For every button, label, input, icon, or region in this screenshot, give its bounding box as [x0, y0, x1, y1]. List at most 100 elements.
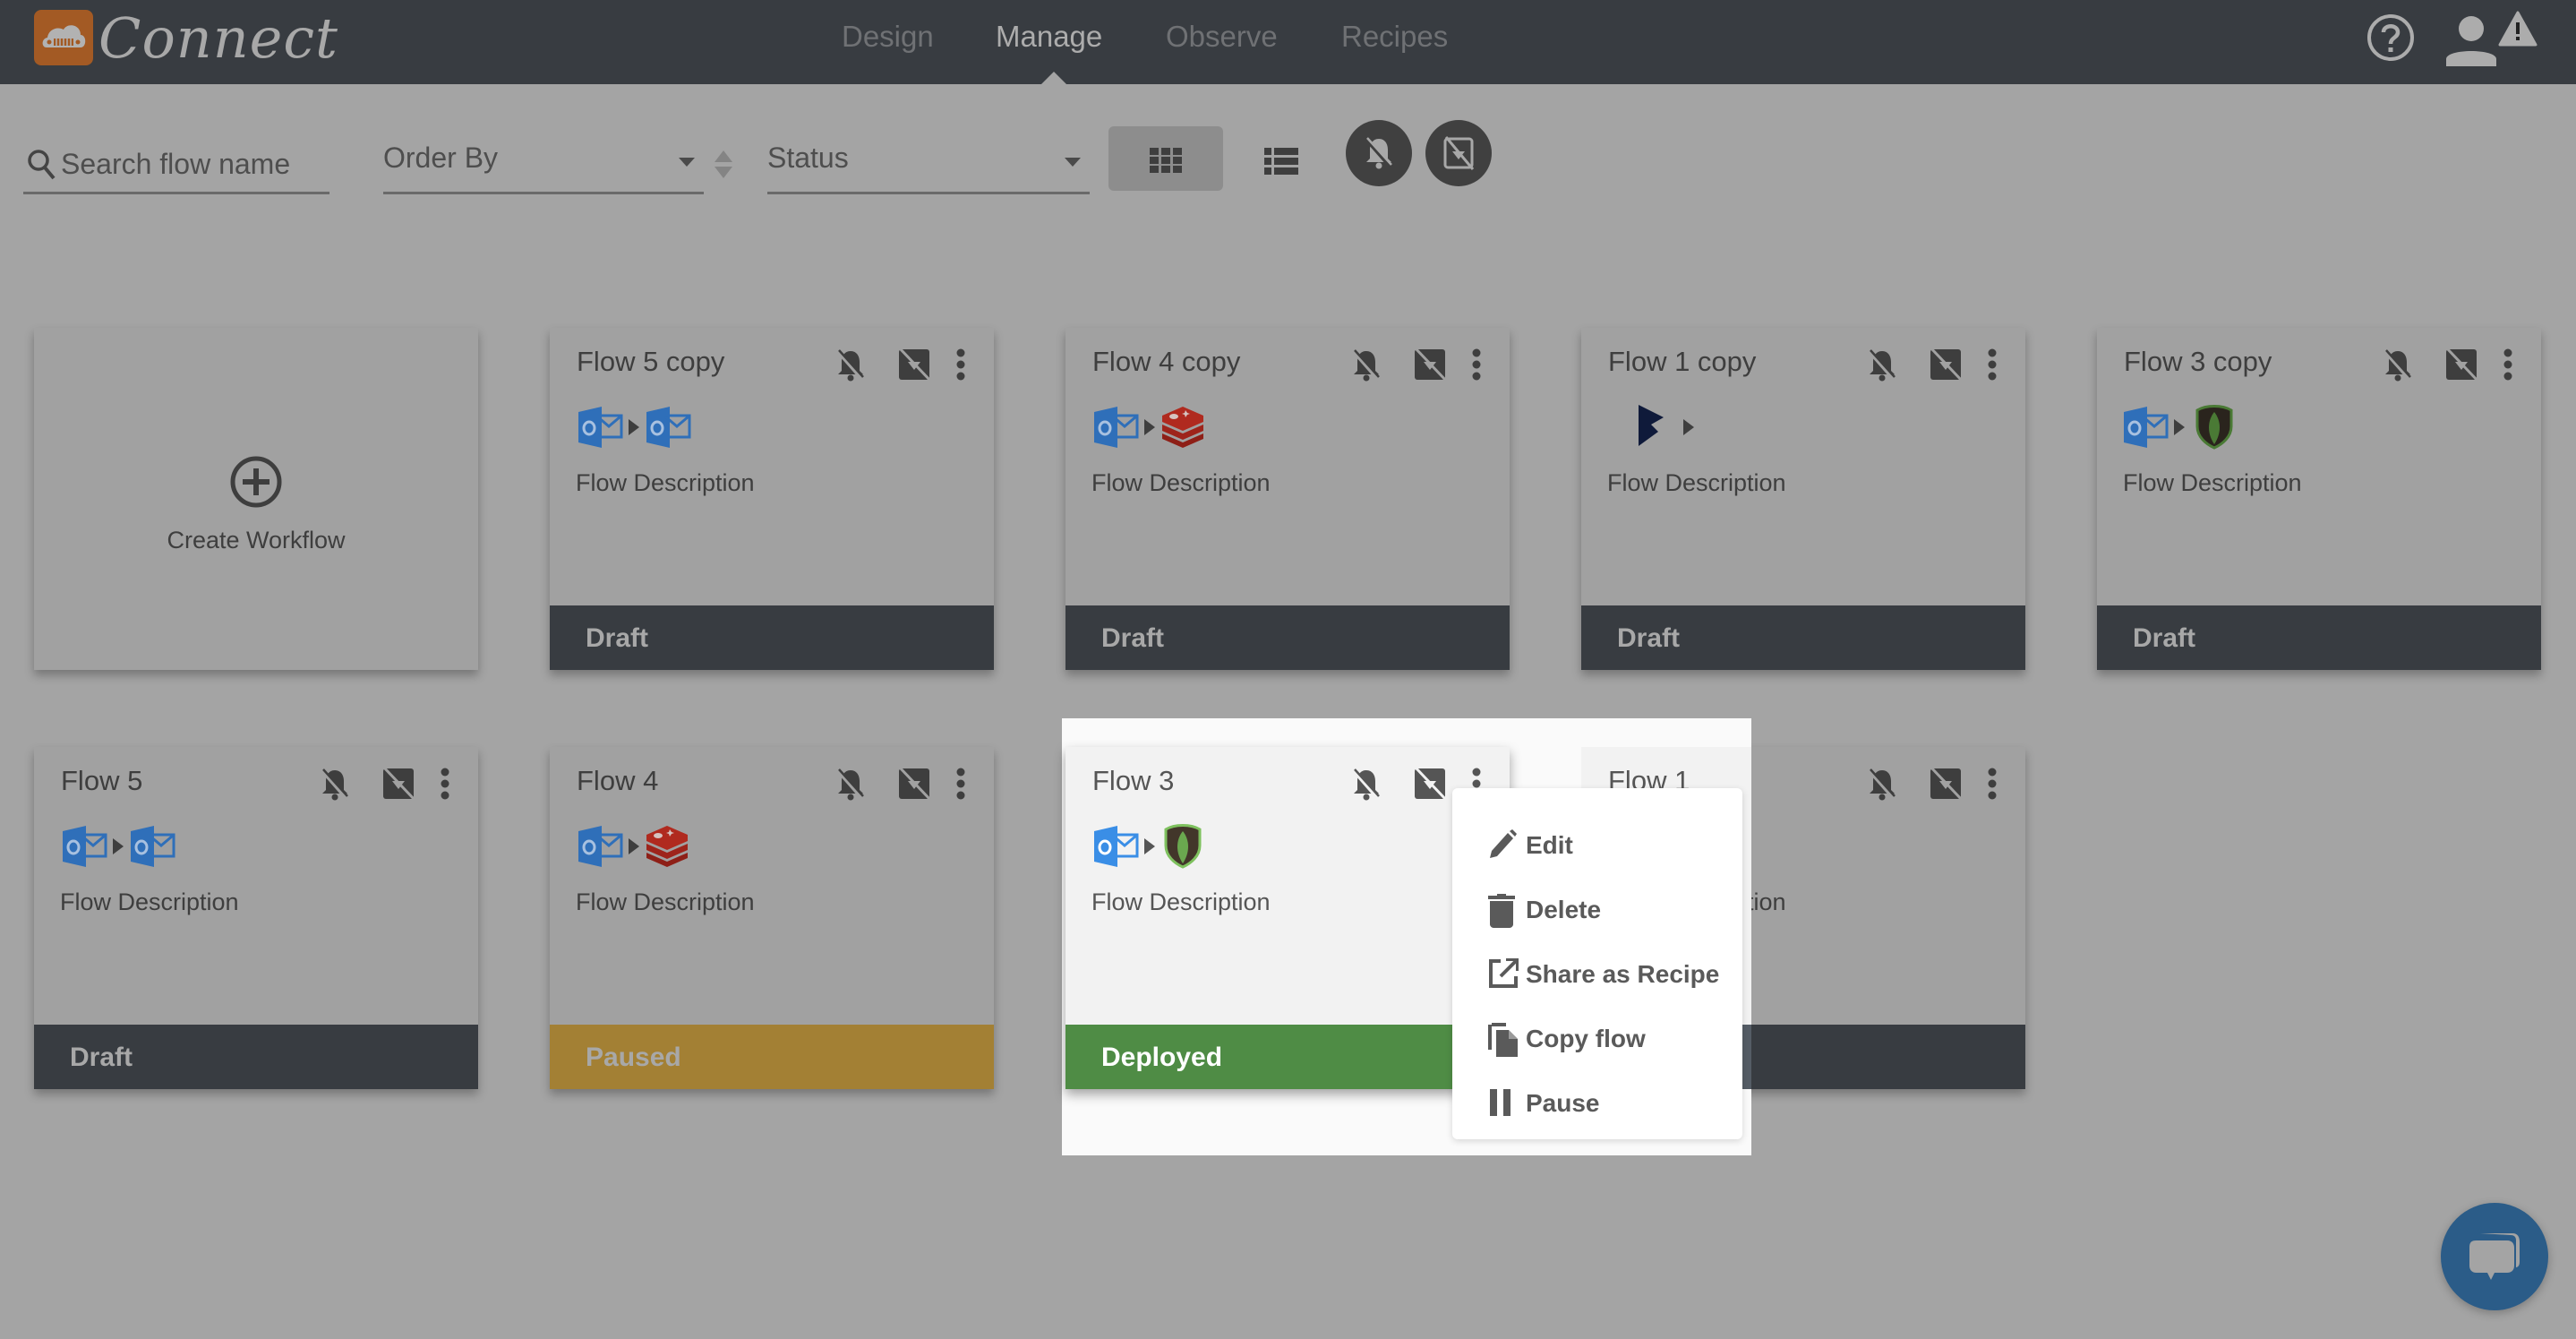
menu-item-delete[interactable]: Delete	[1452, 878, 1742, 942]
menu-item-label: Share as Recipe	[1526, 960, 1720, 988]
arrow-right-icon	[1683, 419, 1694, 435]
status-label: Draft	[1101, 623, 1165, 653]
trash-icon	[1488, 894, 1515, 928]
nav-manage[interactable]: Manage	[996, 20, 1102, 54]
archive-off-icon[interactable]	[1929, 767, 1963, 801]
bell-off-icon[interactable]	[833, 767, 869, 803]
status-badge: Deployed	[1065, 1025, 1510, 1089]
dynamics-icon	[1639, 405, 1664, 446]
more-vertical-icon[interactable]	[954, 767, 967, 801]
outlook-icon	[578, 826, 623, 867]
flow-card[interactable]: Flow 4 copy Flow Description Draft	[1065, 328, 1510, 670]
more-vertical-icon[interactable]	[439, 767, 451, 801]
top-header: Connect Design Manage Observe Recipes	[0, 0, 2576, 84]
bell-off-icon[interactable]	[1864, 348, 1900, 383]
logo-icon[interactable]	[34, 10, 93, 65]
active-nav-indicator	[1041, 72, 1066, 84]
search-icon	[28, 150, 56, 180]
flow-card-selected[interactable]: Flow 3 Flow Description Deployed	[1065, 747, 1510, 1089]
archive-off-icon[interactable]	[1413, 348, 1447, 382]
menu-item-label: Copy flow	[1526, 1025, 1646, 1052]
menu-item-share-as-recipe[interactable]: Share as Recipe	[1452, 942, 1742, 1007]
outlook-icon	[1094, 407, 1139, 448]
status-label: Draft	[2133, 623, 2196, 653]
warning-icon[interactable]	[2498, 11, 2537, 53]
menu-item-edit[interactable]: Edit	[1452, 813, 1742, 878]
sort-asc-icon	[715, 150, 732, 162]
outlook-icon	[646, 407, 691, 448]
flow-card[interactable]: Flow 1 copy Flow Description Draft	[1581, 328, 2025, 670]
grid-icon	[1150, 148, 1182, 173]
pause-icon	[1490, 1089, 1511, 1116]
archive-off-icon[interactable]	[897, 767, 931, 801]
bell-off-icon[interactable]	[1864, 767, 1900, 803]
flow-description: Flow Description	[1091, 888, 1271, 915]
order-by-label: Order By	[383, 142, 499, 174]
flow-card[interactable]: Flow 4 Flow Description Paused	[550, 747, 994, 1089]
nav-recipes[interactable]: Recipes	[1341, 20, 1448, 54]
bell-off-icon[interactable]	[833, 348, 869, 383]
archive-off-icon[interactable]	[1929, 348, 1963, 382]
add-circle-icon	[230, 456, 282, 508]
more-vertical-icon[interactable]	[1986, 348, 1998, 382]
arrow-right-icon	[1144, 419, 1155, 435]
more-vertical-icon[interactable]	[1986, 767, 1998, 801]
menu-item-label: Edit	[1526, 831, 1573, 859]
menu-item-pause[interactable]: Pause	[1452, 1071, 1742, 1136]
status-badge: Paused	[550, 1025, 994, 1089]
menu-item-label: Delete	[1526, 896, 1602, 923]
help-circle-icon[interactable]	[2366, 13, 2416, 67]
order-by-select[interactable]: Order By	[383, 134, 704, 194]
arrow-right-icon	[113, 838, 124, 854]
outlook-icon	[2124, 407, 2169, 448]
sort-direction-toggle[interactable]	[713, 150, 734, 186]
flow-description: Flow Description	[2123, 469, 2302, 496]
create-workflow-card[interactable]: Create Workflow	[34, 328, 478, 670]
list-view-button[interactable]	[1223, 126, 1338, 191]
archive-off-icon	[1443, 136, 1475, 170]
sort-desc-icon	[715, 167, 732, 178]
search-input[interactable]	[59, 143, 331, 185]
bell-off-icon[interactable]	[317, 767, 353, 803]
flow-title: Flow 3 copy	[2124, 346, 2272, 377]
nav-observe[interactable]: Observe	[1166, 20, 1278, 54]
bell-off-icon[interactable]	[1348, 767, 1384, 803]
flow-description: Flow Description	[576, 888, 755, 915]
chat-launcher-button[interactable]	[2441, 1203, 2548, 1310]
archive-off-icon[interactable]	[897, 348, 931, 382]
grid-view-button[interactable]	[1108, 126, 1223, 191]
archive-off-icon[interactable]	[1413, 767, 1447, 801]
create-workflow-label: Create Workflow	[167, 527, 346, 554]
flow-title: Flow 1 copy	[1608, 346, 1757, 377]
archive-off-icon[interactable]	[2444, 348, 2478, 382]
redis-icon	[1162, 407, 1203, 448]
status-label: Deployed	[1101, 1043, 1223, 1072]
search-field[interactable]	[23, 134, 331, 194]
outlook-icon	[63, 826, 107, 867]
menu-item-copy-flow[interactable]: Copy flow	[1452, 1007, 1742, 1071]
more-vertical-icon[interactable]	[1470, 348, 1483, 382]
flow-context-menu: Edit Delete Share as Recipe Copy flow Pa…	[1452, 788, 1742, 1139]
mute-filter-button[interactable]	[1425, 120, 1492, 186]
notifications-off-filter-button[interactable]	[1346, 120, 1412, 186]
arrow-right-icon	[1144, 838, 1155, 854]
more-vertical-icon[interactable]	[954, 348, 967, 382]
arrow-right-icon	[2174, 419, 2185, 435]
status-select[interactable]: Status	[767, 134, 1090, 194]
user-icon[interactable]	[2444, 14, 2498, 73]
flow-card[interactable]: Flow 3 copy Flow Description Draft	[2097, 328, 2541, 670]
flow-card[interactable]: Flow 5 copy Flow Description Draft	[550, 328, 994, 670]
more-vertical-icon[interactable]	[2502, 348, 2514, 382]
archive-off-icon[interactable]	[381, 767, 415, 801]
mongodb-icon	[2195, 405, 2233, 450]
outlook-icon	[131, 826, 175, 867]
bell-off-icon[interactable]	[2380, 348, 2416, 383]
nav-design[interactable]: Design	[842, 20, 934, 54]
outlook-icon	[578, 407, 623, 448]
bell-off-icon[interactable]	[1348, 348, 1384, 383]
copy-icon	[1488, 1023, 1518, 1057]
menu-item-label: Pause	[1526, 1089, 1600, 1117]
arrow-right-icon	[629, 419, 639, 435]
status-label: Draft	[586, 623, 649, 653]
flow-card[interactable]: Flow 5 Flow Description Draft	[34, 747, 478, 1089]
